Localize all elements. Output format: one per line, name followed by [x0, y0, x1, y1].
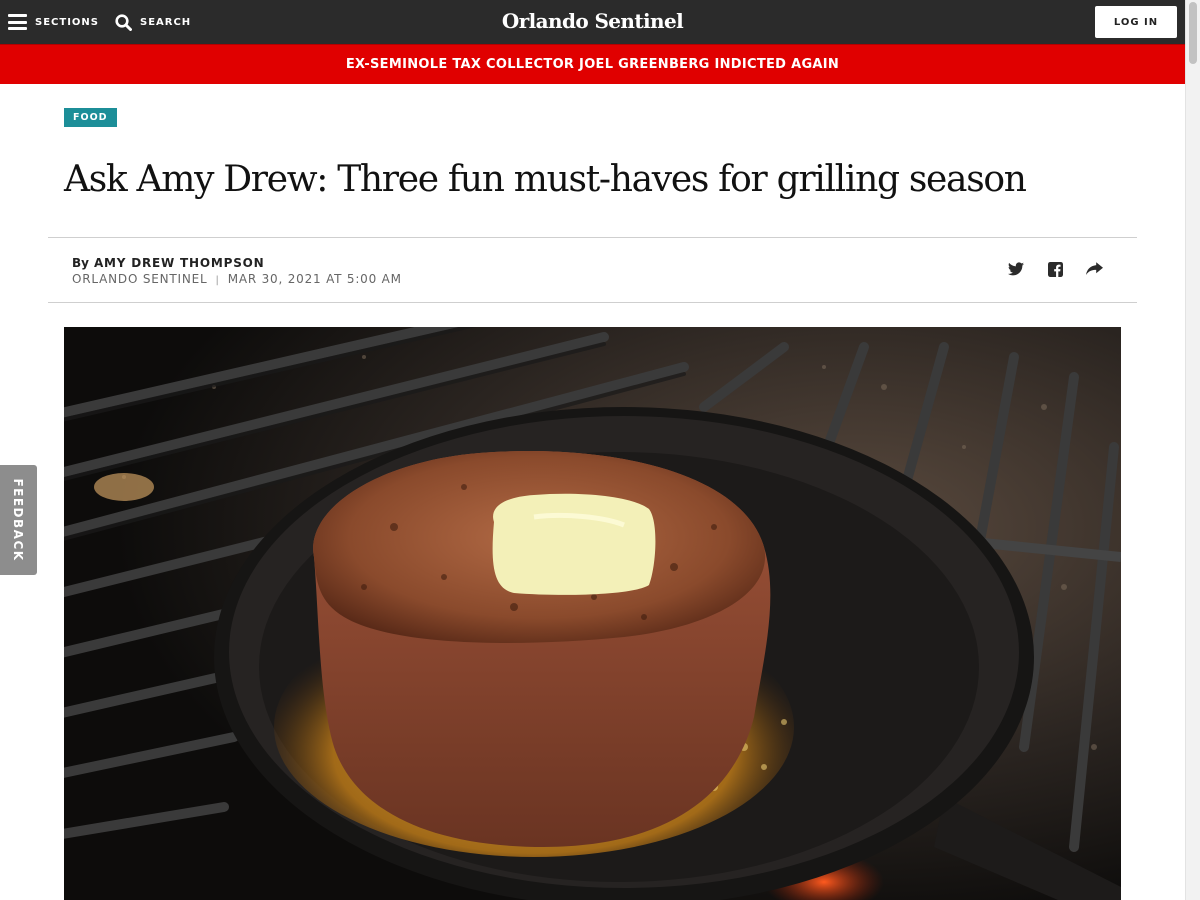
- feedback-label: FEEDBACK: [11, 478, 25, 562]
- site-logo-container: Orlando Sentinel: [0, 9, 1185, 33]
- page-scrollbar[interactable]: [1185, 0, 1200, 900]
- byline-meta-row: ORLANDO SENTINEL | MAR 30, 2021 AT 5:00 AM: [72, 272, 402, 286]
- share-buttons: [986, 260, 1103, 278]
- top-nav-bar: SECTIONS SEARCH Orlando Sentinel LOG IN: [0, 0, 1185, 44]
- publication-name: ORLANDO SENTINEL: [72, 272, 208, 286]
- site-logo[interactable]: Orlando Sentinel: [502, 9, 684, 33]
- facebook-icon[interactable]: [1046, 260, 1064, 278]
- author-name[interactable]: AMY DREW THOMPSON: [94, 256, 265, 270]
- scrollbar-thumb[interactable]: [1189, 2, 1197, 64]
- byline-prefix: By: [72, 256, 89, 270]
- twitter-icon[interactable]: [1007, 260, 1025, 278]
- feedback-tab[interactable]: FEEDBACK: [0, 465, 37, 575]
- steak-photo: [64, 327, 1121, 900]
- byline: By AMY DREW THOMPSON ORLANDO SENTINEL | MA…: [72, 256, 402, 286]
- byline-section: By AMY DREW THOMPSON ORLANDO SENTINEL | MA…: [48, 237, 1137, 303]
- breaking-news-banner[interactable]: EX-SEMINOLE TAX COLLECTOR JOEL GREENBERG…: [0, 44, 1185, 84]
- article-headline: Ask Amy Drew: Three fun must-haves for g…: [64, 159, 1027, 200]
- publish-date: MAR 30, 2021 AT 5:00 AM: [227, 272, 402, 286]
- share-icon[interactable]: [1085, 260, 1103, 278]
- byline-separator: |: [215, 275, 220, 286]
- category-badge[interactable]: FOOD: [64, 108, 117, 127]
- login-button[interactable]: LOG IN: [1095, 6, 1177, 38]
- byline-author-row: By AMY DREW THOMPSON: [72, 256, 402, 270]
- article-hero-image[interactable]: [64, 327, 1121, 900]
